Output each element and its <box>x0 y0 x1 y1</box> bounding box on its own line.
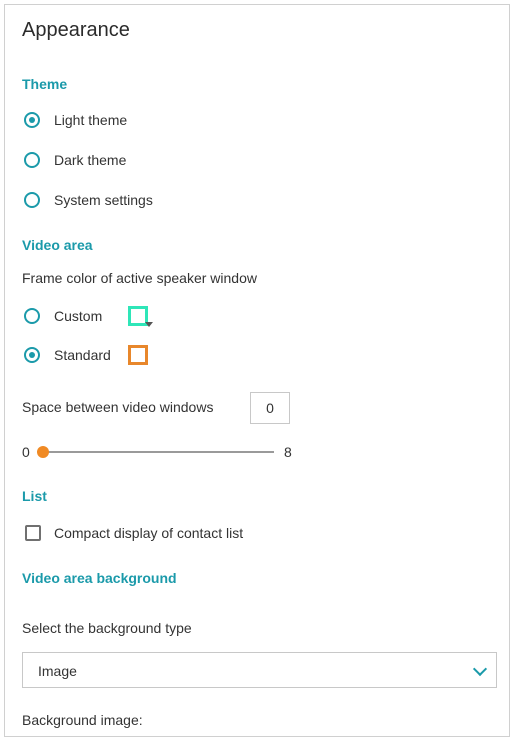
spacing-input[interactable]: 0 <box>250 392 290 424</box>
background-type-label: Select the background type <box>22 620 192 636</box>
custom-color-radio[interactable] <box>24 308 40 324</box>
light-theme-label: Light theme <box>54 112 128 128</box>
light-theme-radio[interactable] <box>24 112 40 128</box>
chevron-down-icon <box>472 661 488 677</box>
system-settings-radio-option[interactable]: System settings <box>24 191 224 211</box>
spacing-slider-track[interactable] <box>40 451 274 453</box>
dark-theme-label: Dark theme <box>54 152 127 168</box>
standard-color-swatch <box>128 345 148 365</box>
theme-heading: Theme <box>22 76 68 92</box>
background-type-value: Image <box>38 663 77 679</box>
compact-contact-list-label: Compact display of contact list <box>54 525 244 541</box>
background-type-select[interactable]: Image <box>22 652 497 688</box>
slider-max-label: 8 <box>284 444 292 460</box>
dark-theme-radio[interactable] <box>24 152 40 168</box>
spacing-slider-thumb[interactable] <box>37 446 49 458</box>
background-image-label: Background image: <box>22 712 143 728</box>
custom-color-label: Custom <box>54 308 103 324</box>
slider-min-label: 0 <box>22 444 30 460</box>
standard-color-label: Standard <box>54 347 111 363</box>
system-settings-radio[interactable] <box>24 192 40 208</box>
video-area-heading: Video area <box>22 237 93 253</box>
compact-contact-list-checkbox[interactable] <box>25 525 41 541</box>
color-picker-dropdown-icon[interactable] <box>145 322 153 327</box>
spacing-label: Space between video windows <box>22 399 214 415</box>
standard-color-radio[interactable] <box>24 347 40 363</box>
compact-contact-list-option[interactable]: Compact display of contact list <box>25 524 285 544</box>
video-area-background-heading: Video area background <box>22 570 177 586</box>
frame-color-label: Frame color of active speaker window <box>22 270 257 286</box>
list-heading: List <box>22 488 47 504</box>
light-theme-radio-option[interactable]: Light theme <box>24 111 224 131</box>
dark-theme-radio-option[interactable]: Dark theme <box>24 151 224 171</box>
system-settings-label: System settings <box>54 192 153 208</box>
page-title: Appearance <box>22 19 130 41</box>
